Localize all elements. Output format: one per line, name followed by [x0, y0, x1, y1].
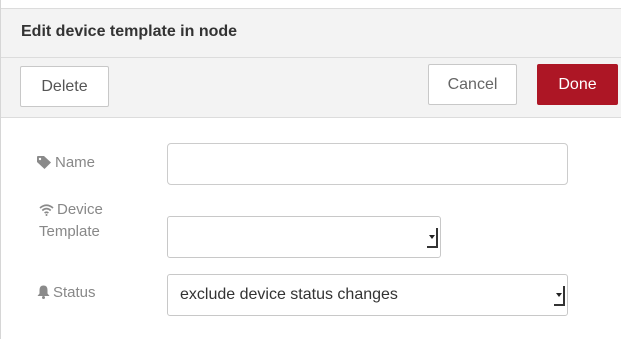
bell-icon — [37, 285, 50, 299]
device-template-label: Device Template — [39, 199, 103, 243]
done-button[interactable]: Done — [537, 64, 618, 105]
device-template-select[interactable] — [167, 216, 441, 258]
cancel-button[interactable]: Cancel — [428, 64, 517, 105]
status-label: Status — [37, 282, 96, 304]
wifi-icon — [39, 204, 54, 216]
chevron-down-icon — [427, 228, 438, 248]
device-template-label-line1: Device — [57, 201, 103, 218]
chevron-down-icon — [554, 286, 565, 306]
status-label-text: Status — [53, 284, 96, 301]
device-template-label-line2: Template — [39, 223, 100, 240]
dialog-header: Edit device template in node — [1, 8, 621, 58]
name-label: Name — [37, 152, 95, 174]
edit-dialog: Edit device template in node Delete Canc… — [0, 0, 621, 339]
status-select[interactable]: exclude device status changes — [167, 274, 568, 316]
tag-icon — [37, 156, 51, 169]
name-label-text: Name — [55, 154, 96, 171]
delete-button[interactable]: Delete — [20, 66, 109, 107]
name-input[interactable] — [167, 143, 568, 185]
dialog-toolbar: Delete Cancel Done — [1, 58, 621, 118]
status-selected: exclude device status changes — [180, 286, 398, 303]
dialog-title: Edit device template in node — [21, 23, 238, 40]
